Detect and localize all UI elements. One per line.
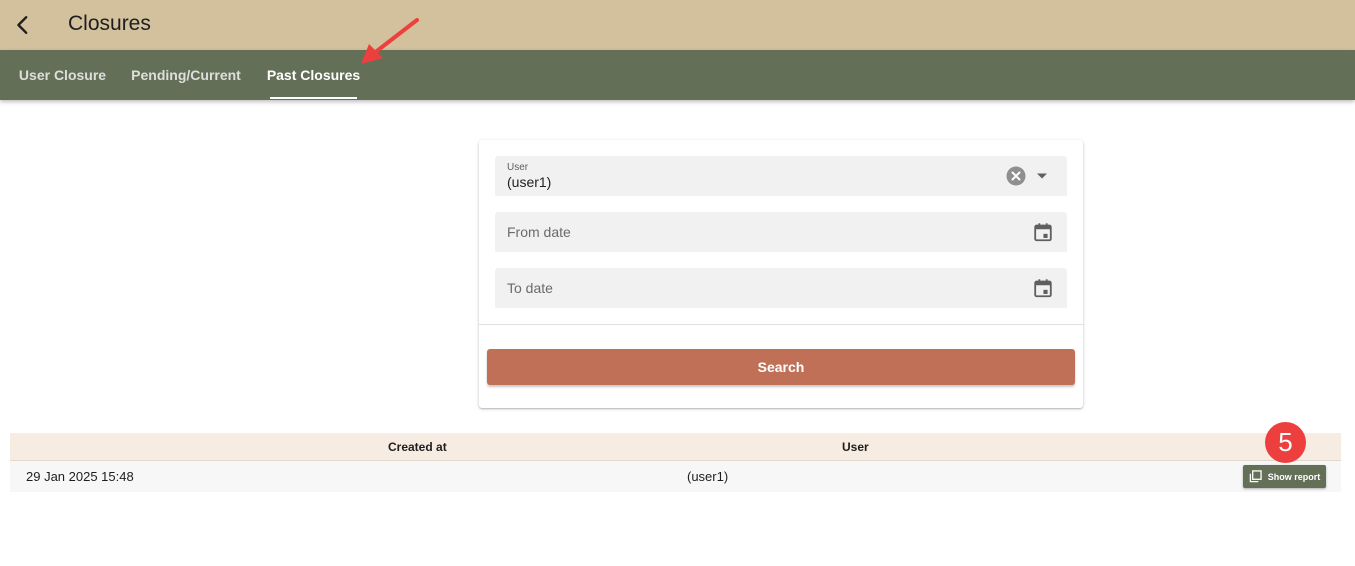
cell-created-at: 29 Jan 2025 15:48	[26, 469, 134, 484]
to-date-field[interactable]: To date	[495, 268, 1067, 308]
page-title: Closures	[68, 12, 151, 35]
search-button[interactable]: Search	[487, 349, 1075, 385]
back-button[interactable]	[8, 10, 38, 40]
from-date-placeholder: From date	[507, 224, 571, 240]
table-row: 29 Jan 2025 15:48 (user1) Show report	[10, 461, 1341, 492]
tab-bar: User Closure Pending/Current Past Closur…	[0, 50, 1355, 100]
from-date-field[interactable]: From date	[495, 212, 1067, 252]
column-header-created-at[interactable]: Created at	[388, 440, 447, 454]
calendar-icon[interactable]	[1032, 221, 1054, 243]
tab-pending-current[interactable]: Pending/Current	[131, 50, 241, 100]
dropdown-arrow-icon[interactable]	[1035, 170, 1049, 182]
annotation-arrow-icon	[361, 18, 419, 64]
top-bar: Closures	[0, 0, 1355, 50]
calendar-icon[interactable]	[1032, 277, 1054, 299]
report-icon	[1249, 470, 1262, 483]
tab-past-closures[interactable]: Past Closures	[267, 50, 360, 100]
show-report-button[interactable]: Show report	[1243, 465, 1326, 488]
user-field-label: User	[507, 162, 529, 173]
step-number-badge: 5	[1265, 422, 1306, 463]
search-card: User (user1) From date To date Search	[479, 140, 1083, 408]
card-divider	[479, 324, 1083, 325]
show-report-label: Show report	[1267, 471, 1321, 482]
user-field-value: (user1)	[507, 174, 552, 190]
cell-user: (user1)	[687, 469, 729, 484]
to-date-placeholder: To date	[507, 280, 553, 296]
clear-icon[interactable]	[1006, 166, 1026, 186]
table-header: Created at User	[10, 433, 1341, 461]
column-header-user[interactable]: User	[842, 440, 869, 454]
chevron-left-icon	[17, 16, 28, 34]
closures-app: Closures User Closure Pending/Current Pa…	[0, 0, 1355, 566]
user-select[interactable]: User (user1)	[495, 156, 1067, 196]
tab-user-closure[interactable]: User Closure	[19, 50, 106, 100]
